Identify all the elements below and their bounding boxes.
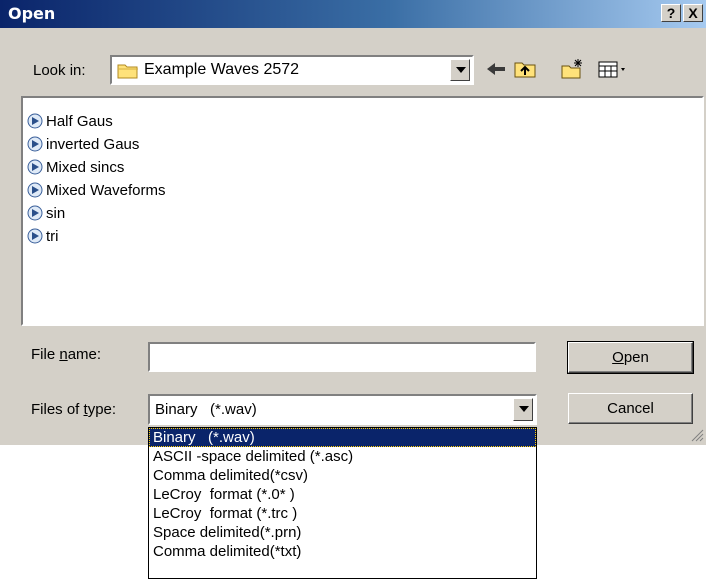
new-folder-icon[interactable] bbox=[559, 57, 585, 81]
file-list-item[interactable]: tri bbox=[27, 225, 59, 247]
file-type-option[interactable]: Comma delimited(*csv) bbox=[149, 466, 536, 485]
file-list-item[interactable]: sin bbox=[27, 202, 65, 224]
wave-file-icon bbox=[27, 159, 43, 175]
help-button[interactable]: ? bbox=[661, 4, 681, 22]
view-menu-icon[interactable] bbox=[596, 57, 630, 81]
back-arrow-icon[interactable] bbox=[483, 57, 509, 81]
wave-file-icon bbox=[27, 136, 43, 152]
cancel-button[interactable]: Cancel bbox=[568, 393, 693, 424]
look-in-value: Example Waves 2572 bbox=[144, 61, 300, 78]
look-in-dropdown-arrow[interactable] bbox=[450, 59, 470, 81]
wave-file-icon bbox=[27, 113, 43, 129]
file-name-text: tri bbox=[46, 227, 59, 245]
file-name-text: sin bbox=[46, 204, 66, 222]
file-name-field[interactable] bbox=[148, 342, 536, 372]
up-folder-icon[interactable] bbox=[512, 57, 538, 81]
file-type-option[interactable]: LeCroy format (*.trc ) bbox=[149, 504, 536, 523]
file-name-text: inverted Gaus bbox=[46, 135, 140, 153]
title-bar[interactable]: Open ? X bbox=[0, 0, 706, 28]
file-type-option[interactable]: Binary (*.wav) bbox=[149, 428, 536, 447]
file-name-text: Half Gaus bbox=[46, 112, 113, 130]
file-type-option[interactable]: Space delimited(*.prn) bbox=[149, 523, 536, 542]
file-list-item[interactable]: Mixed Waveforms bbox=[27, 179, 165, 201]
file-type-label: Files of type: bbox=[31, 401, 117, 418]
file-name-label: File name: bbox=[31, 346, 102, 363]
look-in-label: Look in: bbox=[33, 62, 86, 79]
wave-file-icon bbox=[27, 182, 43, 198]
file-type-option[interactable]: Comma delimited(*txt) bbox=[149, 542, 536, 561]
file-name-text: Mixed sincs bbox=[46, 158, 125, 176]
dialog-title: Open bbox=[8, 4, 56, 23]
file-list-item[interactable]: Mixed sincs bbox=[27, 156, 124, 178]
file-type-value: Binary (*.wav) bbox=[155, 401, 257, 418]
file-type-option[interactable]: ASCII -space delimited (*.asc) bbox=[149, 447, 536, 466]
file-list[interactable]: Half Gaus inverted Gaus Mixed sincs Mixed W… bbox=[21, 96, 704, 326]
close-button[interactable]: X bbox=[683, 4, 703, 22]
size-grip-icon[interactable] bbox=[690, 428, 704, 446]
folder-icon bbox=[117, 62, 139, 83]
file-type-dropdown-list[interactable]: Binary (*.wav) ASCII -space delimited (*.… bbox=[148, 427, 537, 579]
file-name-text: Mixed Waveforms bbox=[46, 181, 166, 199]
file-list-item[interactable]: inverted Gaus bbox=[27, 133, 139, 155]
open-button[interactable]: Open bbox=[567, 341, 694, 374]
file-type-dropdown-arrow[interactable] bbox=[513, 398, 533, 421]
file-type-combo[interactable]: Binary (*.wav) bbox=[148, 394, 537, 425]
file-type-option[interactable]: LeCroy format (*.0* ) bbox=[149, 485, 536, 504]
file-list-item[interactable]: Half Gaus bbox=[27, 110, 113, 132]
wave-file-icon bbox=[27, 228, 43, 244]
open-dialog: Open ? X Look in: Example Waves 2572 Hal… bbox=[0, 0, 706, 445]
wave-file-icon bbox=[27, 205, 43, 221]
look-in-combo[interactable]: Example Waves 2572 bbox=[110, 55, 474, 85]
